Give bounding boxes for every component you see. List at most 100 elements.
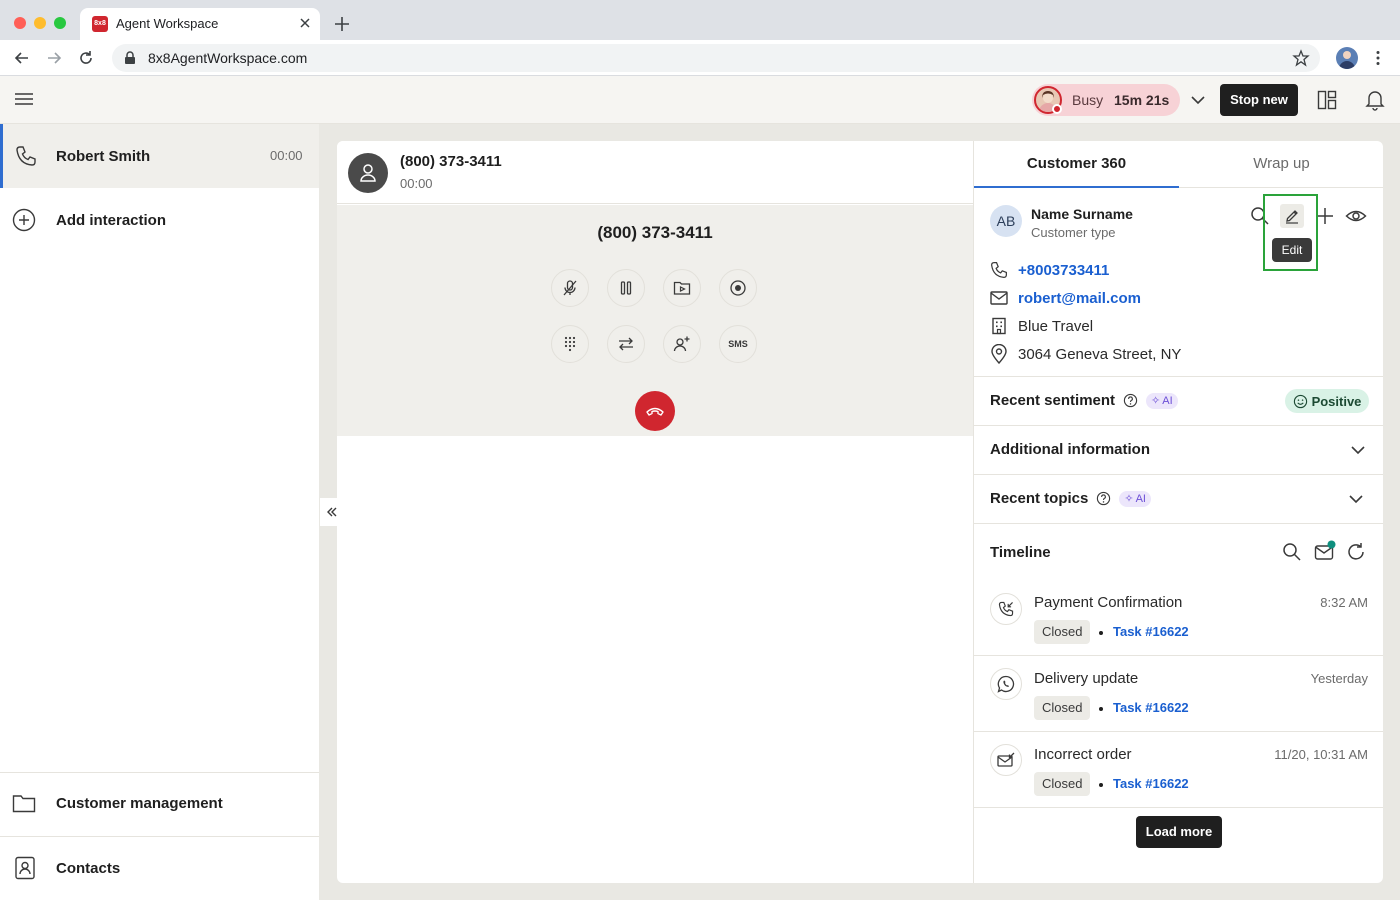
- folder-play-icon: [673, 281, 691, 295]
- section-divider: [974, 523, 1383, 524]
- bullet-separator: [1099, 783, 1103, 787]
- chevron-down-icon: [1346, 489, 1366, 509]
- add-interaction-button[interactable]: Add interaction: [0, 196, 319, 244]
- window-minimize-button[interactable]: [34, 17, 46, 29]
- status-chevron-down-icon[interactable]: [1188, 90, 1208, 110]
- folder-icon: [12, 793, 36, 813]
- recent-topics-header: Recent topics ✧ AI: [990, 490, 1151, 507]
- interaction-time: 00:00: [270, 148, 303, 163]
- transfer-button[interactable]: [607, 325, 645, 363]
- window-close-button[interactable]: [14, 17, 26, 29]
- chevron-down-icon: [1348, 440, 1368, 460]
- browser-menu-icon[interactable]: [1370, 50, 1386, 66]
- customer-phone-link[interactable]: +8003733411: [1018, 262, 1109, 279]
- interactions-sidebar: Robert Smith 00:00 Add interaction Custo…: [0, 124, 319, 900]
- customer-email-row: robert@mail.com: [990, 287, 1141, 309]
- recent-sentiment-header: Recent sentiment ✧ AI: [990, 392, 1178, 409]
- tab-customer-360[interactable]: Customer 360: [974, 141, 1179, 188]
- timeline-item-time: 11/20, 10:31 AM: [1274, 747, 1368, 762]
- customer-360-panel: Customer 360 Wrap up AB Name Surname Cus…: [973, 141, 1383, 883]
- hang-up-icon: [646, 407, 664, 416]
- timeline-item[interactable]: Incorrect order 11/20, 10:31 AM Closed T…: [974, 732, 1383, 808]
- sparkle-icon: ✧: [1151, 394, 1161, 407]
- status-badge: Closed: [1034, 772, 1091, 796]
- view-eye-icon[interactable]: [1345, 207, 1367, 225]
- address-bar[interactable]: 8x8AgentWorkspace.com: [112, 44, 1320, 72]
- customer-management-label: Customer management: [56, 795, 223, 812]
- app-header: Busy 15m 21s Stop new: [0, 76, 1400, 124]
- record-icon: [730, 280, 746, 296]
- call-elapsed: 00:00: [400, 176, 433, 191]
- timeline-item-time: Yesterday: [1310, 671, 1368, 686]
- hang-up-button[interactable]: [635, 391, 675, 431]
- task-link[interactable]: Task #16622: [1113, 624, 1189, 639]
- add-interaction-label: Add interaction: [56, 212, 167, 229]
- sms-button[interactable]: SMS: [719, 325, 757, 363]
- add-participant-button[interactable]: [663, 325, 701, 363]
- status-timer: 15m 21s: [1114, 92, 1170, 108]
- help-circle-icon: [1123, 393, 1138, 408]
- task-link[interactable]: Task #16622: [1113, 700, 1189, 715]
- brand-favicon-icon: 8x8: [92, 16, 108, 32]
- phone-icon: [991, 262, 1007, 278]
- recent-sentiment-title: Recent sentiment: [990, 392, 1116, 409]
- status-badge: Closed: [1034, 696, 1091, 720]
- add-customer-icon[interactable]: [1315, 206, 1335, 226]
- call-controls-area: (800) 373-3411 SMS: [337, 205, 973, 436]
- recent-topics-accordion[interactable]: Recent topics ✧ AI: [974, 475, 1383, 523]
- sentiment-positive-badge: Positive: [1285, 389, 1369, 413]
- whatsapp-icon: [990, 668, 1022, 700]
- section-divider: [974, 376, 1383, 377]
- back-icon[interactable]: [12, 48, 32, 68]
- dialpad-button[interactable]: [551, 325, 589, 363]
- url-text: 8x8AgentWorkspace.com: [148, 50, 308, 66]
- stop-new-button[interactable]: Stop new: [1220, 84, 1298, 116]
- agent-status-pill[interactable]: Busy 15m 21s: [1032, 84, 1180, 116]
- window-maximize-button[interactable]: [54, 17, 66, 29]
- load-more-button[interactable]: Load more: [1136, 816, 1222, 848]
- incoming-call-icon: [990, 593, 1022, 625]
- sidebar-item-customer-management[interactable]: Customer management: [0, 773, 319, 836]
- dialpad-icon: [564, 336, 576, 352]
- sidebar-item-contacts[interactable]: Contacts: [0, 837, 319, 900]
- task-link[interactable]: Task #16622: [1113, 776, 1189, 791]
- customer-email-link[interactable]: robert@mail.com: [1018, 290, 1141, 307]
- customer-address: 3064 Geneva Street, NY: [1018, 345, 1182, 363]
- record-button[interactable]: [719, 269, 757, 307]
- bookmark-star-icon[interactable]: [1292, 49, 1310, 67]
- customer-type: Customer type: [1031, 225, 1116, 240]
- timeline-messages-icon[interactable]: [1314, 540, 1336, 562]
- forward-icon[interactable]: [44, 48, 64, 68]
- hold-button[interactable]: [607, 269, 645, 307]
- hamburger-menu-icon[interactable]: [14, 91, 34, 107]
- browser-profile-avatar[interactable]: [1336, 47, 1358, 69]
- customer-address-row: 3064 Geneva Street, NY: [990, 343, 1181, 365]
- layout-dashboard-icon[interactable]: [1317, 90, 1337, 110]
- notifications-bell-icon[interactable]: [1365, 89, 1385, 111]
- customer-company: Blue Travel: [1018, 317, 1094, 335]
- edit-highlight-outline: [1263, 194, 1318, 271]
- timeline-item[interactable]: Payment Confirmation 8:32 AM Closed Task…: [974, 577, 1383, 653]
- mic-off-icon: [563, 280, 577, 296]
- reload-icon[interactable]: [76, 48, 96, 68]
- new-tab-icon[interactable]: [332, 14, 352, 34]
- browser-tab[interactable]: 8x8 Agent Workspace: [80, 8, 320, 40]
- customer-phone-row: +8003733411: [990, 259, 1109, 281]
- timeline-item[interactable]: Delivery update Yesterday Closed Task #1…: [974, 656, 1383, 732]
- interaction-item-robert-smith[interactable]: Robert Smith 00:00: [0, 124, 319, 188]
- timeline-search-icon[interactable]: [1282, 542, 1302, 562]
- bullet-separator: [1099, 631, 1103, 635]
- mute-button[interactable]: [551, 269, 589, 307]
- close-tab-icon[interactable]: [296, 14, 314, 32]
- timeline-item-title: Incorrect order: [1034, 746, 1132, 763]
- smile-icon: [1293, 394, 1307, 408]
- browser-toolbar: 8x8AgentWorkspace.com: [0, 40, 1400, 76]
- tab-wrap-up[interactable]: Wrap up: [1179, 141, 1383, 188]
- recent-topics-title: Recent topics: [990, 490, 1089, 507]
- timeline-refresh-icon[interactable]: [1346, 542, 1366, 562]
- tab-title: Agent Workspace: [116, 16, 219, 31]
- media-folder-button[interactable]: [663, 269, 701, 307]
- additional-information-accordion[interactable]: Additional information: [974, 426, 1383, 474]
- transfer-icon: [619, 337, 633, 351]
- bullet-separator: [1099, 707, 1103, 711]
